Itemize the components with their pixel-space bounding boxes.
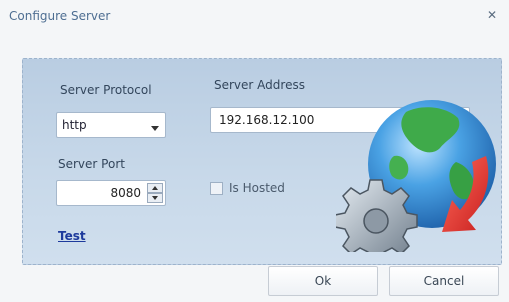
title-bar: Configure Server ✕	[0, 0, 509, 32]
server-protocol-label: Server Protocol	[60, 83, 152, 97]
protocol-select[interactable]: http	[56, 112, 166, 138]
port-stepper[interactable]: 8080	[56, 180, 166, 206]
cancel-button[interactable]: Cancel	[389, 266, 499, 296]
window-title: Configure Server	[9, 9, 111, 23]
globe-gear-arrow-icon	[336, 100, 496, 252]
arrow-down-icon[interactable]	[147, 193, 163, 203]
close-button[interactable]: ✕	[483, 7, 501, 23]
server-port-label: Server Port	[58, 157, 125, 171]
server-address-label: Server Address	[214, 78, 305, 92]
is-hosted-checkbox[interactable]	[210, 182, 223, 195]
port-value: 8080	[110, 186, 141, 200]
is-hosted-label: Is Hosted	[229, 181, 285, 195]
test-link[interactable]: Test	[58, 229, 86, 243]
protocol-select-value: http	[62, 118, 87, 132]
chevron-down-icon[interactable]	[149, 119, 161, 131]
arrow-up-icon[interactable]	[147, 183, 163, 193]
ok-button[interactable]: Ok	[268, 266, 378, 296]
